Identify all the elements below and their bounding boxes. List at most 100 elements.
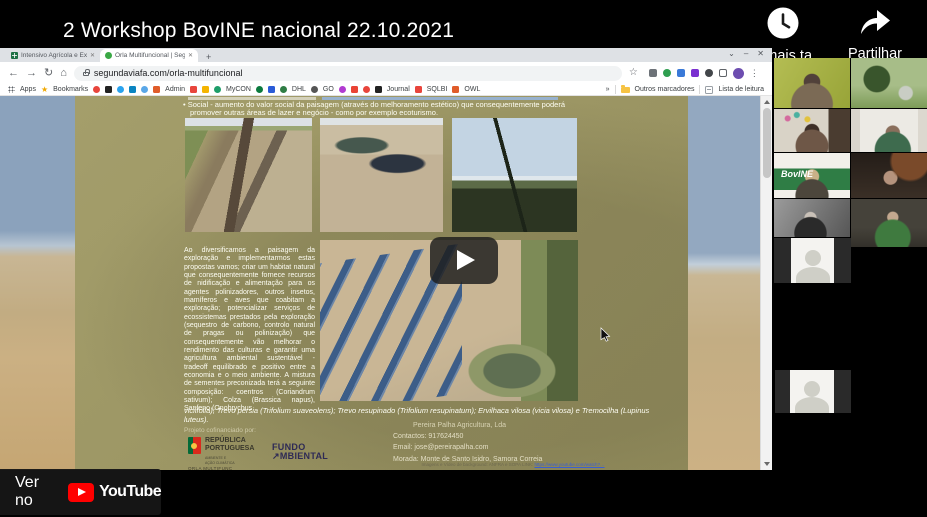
bookmark-favicon[interactable] — [452, 86, 459, 93]
forward-icon[interactable]: → — [26, 68, 37, 79]
slide-paragraph: Ao diversificamos a paisagem da exploraç… — [184, 247, 315, 414]
bookmark-favicon[interactable] — [190, 86, 197, 93]
bookmark-favicon[interactable] — [311, 86, 318, 93]
reading-list-label[interactable]: Lista de leitura — [718, 86, 764, 93]
participant-video-7[interactable] — [774, 199, 850, 237]
bookmark-label[interactable]: SQLBI — [427, 86, 448, 93]
extension-icon[interactable] — [649, 69, 657, 77]
participant-video-3[interactable] — [774, 109, 850, 152]
background-landscape-photo-right — [688, 96, 760, 470]
bookmark-label[interactable]: Admin — [165, 86, 185, 93]
browser-menu-icon[interactable]: ⋮ — [750, 68, 759, 79]
video-player[interactable]: 2 Workshop BovINE nacional 22.10.2021 Ve… — [0, 0, 927, 517]
credits-text: Imagens e Vídeo de background: ANFRA e S… — [421, 462, 533, 467]
participant-video-8[interactable] — [851, 199, 927, 247]
back-icon[interactable]: ← — [8, 68, 19, 79]
fundo-ambiental-logo: FUNDO ↗MBIENTAL — [272, 443, 328, 462]
footer-tag: ORLA MULTIFUNC — [188, 466, 233, 470]
bookmark-favicon[interactable] — [93, 86, 100, 93]
url-text: segundaviafa.com/orla-multifuncional — [94, 68, 243, 78]
bookmark-favicon[interactable] — [214, 86, 221, 93]
bookmarks-label[interactable]: Bookmarks — [53, 86, 88, 93]
credits-line: Imagens e Vídeo de background: ANFRA e S… — [368, 462, 658, 467]
new-tab-button[interactable]: + — [206, 52, 211, 62]
bookmark-favicon[interactable] — [375, 86, 382, 93]
bookmark-label[interactable]: GO — [323, 86, 334, 93]
pond — [460, 339, 564, 397]
participant-avatar-placeholder-1[interactable] — [791, 238, 834, 283]
pin-extension-icon[interactable] — [705, 69, 713, 77]
extension-icon[interactable] — [691, 69, 699, 77]
bookmark-favicon[interactable] — [153, 86, 160, 93]
share-control[interactable]: Partilhar — [840, 6, 910, 62]
tab-orla-multifuncional[interactable]: Orla Multifuncional | Segunda V ✕ — [100, 49, 198, 62]
browser-window: Intensivo Agrícola e Extensivo P ✕ Orla … — [0, 48, 772, 470]
bookmark-favicon[interactable] — [339, 86, 346, 93]
scroll-up-icon[interactable] — [764, 100, 770, 104]
spreadsheet-favicon — [11, 52, 18, 59]
tab-search-icon[interactable]: ⌄ — [728, 49, 735, 58]
participant-video-6[interactable] — [851, 153, 927, 198]
photo-farm-tracks — [185, 118, 312, 232]
bookmark-label[interactable]: OWL — [464, 86, 480, 93]
participant-video-1[interactable] — [774, 58, 850, 108]
share-arrow-icon[interactable] — [857, 6, 893, 38]
minimize-button[interactable]: – — [744, 49, 748, 58]
participant-video-5[interactable]: BovINE — [774, 153, 850, 198]
credits-link[interactable]: https://www.youtube.com/watch?… — [534, 462, 604, 467]
extension-icon[interactable] — [663, 69, 671, 77]
page-scrollbar[interactable] — [760, 96, 772, 470]
reload-icon[interactable]: ↻ — [44, 68, 53, 79]
contact-phone: Contactos: 917624450 — [393, 431, 542, 442]
watch-later-clock-icon[interactable] — [766, 6, 800, 40]
bookmarks-star-icon[interactable]: ★ — [41, 86, 48, 94]
close-window-button[interactable]: ✕ — [757, 49, 764, 58]
participant-avatar-placeholder-2[interactable] — [790, 370, 834, 413]
bookmark-favicon[interactable] — [351, 86, 358, 93]
extension-icon[interactable] — [719, 69, 727, 77]
bookmark-favicon[interactable] — [415, 86, 422, 93]
participant-video-4[interactable] — [851, 109, 927, 152]
divider — [699, 85, 700, 94]
bookmark-label[interactable]: DHL — [292, 86, 306, 93]
bookmark-favicon[interactable] — [363, 86, 370, 93]
scrollbar-thumb[interactable] — [763, 108, 771, 178]
scroll-down-icon[interactable] — [764, 462, 770, 466]
republica-portuguesa-logo: REPÚBLICA PORTUGUESA AMBIENTE E AÇÃO CLI… — [188, 437, 254, 465]
site-favicon — [105, 52, 112, 59]
bookmark-favicon[interactable] — [280, 86, 287, 93]
window-controls: ⌄ – ✕ — [728, 49, 764, 58]
tab-close-icon[interactable]: ✕ — [188, 52, 193, 59]
bookmark-favicon[interactable] — [105, 86, 112, 93]
bookmark-star-icon[interactable]: ☆ — [629, 68, 638, 78]
video-title-link[interactable]: 2 Workshop BovINE nacional 22.10.2021 — [63, 19, 454, 43]
apps-grid-icon[interactable] — [8, 86, 15, 93]
bookmark-favicon[interactable] — [202, 86, 209, 93]
extension-icon[interactable] — [677, 69, 685, 77]
youtube-wordmark: YouTube — [99, 483, 161, 501]
tab-close-icon[interactable]: ✕ — [90, 52, 95, 59]
bookmarks-overflow-icon[interactable]: » — [606, 86, 610, 93]
bookmark-label[interactable]: Journal — [387, 86, 410, 93]
portugal-flag-icon — [188, 437, 201, 454]
tab-title: Intensivo Agrícola e Extensivo P — [21, 52, 87, 59]
reading-list-icon — [705, 86, 713, 94]
youtube-play-button[interactable] — [430, 237, 498, 284]
profile-avatar[interactable] — [733, 68, 744, 79]
participant-video-2[interactable] — [851, 58, 927, 108]
watch-on-label: Ver no — [15, 474, 59, 510]
bookmark-favicon[interactable] — [268, 86, 275, 93]
tab-intensivo-agricola[interactable]: Intensivo Agrícola e Extensivo P ✕ — [6, 49, 100, 62]
other-bookmarks-label[interactable]: Outros marcadores — [635, 86, 695, 93]
address-bar[interactable]: segundaviafa.com/orla-multifuncional — [74, 66, 622, 81]
apps-label[interactable]: Apps — [20, 86, 36, 93]
bookmark-label[interactable]: MyCON — [226, 86, 251, 93]
bookmark-favicon[interactable] — [117, 86, 124, 93]
bookmark-favicon[interactable] — [256, 86, 263, 93]
folder-icon — [621, 87, 630, 93]
bookmark-favicon[interactable] — [141, 86, 148, 93]
company-name: Pereira Palha Agricultura, Lda — [413, 420, 542, 431]
bookmark-favicon[interactable] — [129, 86, 136, 93]
watch-on-youtube-button[interactable]: Ver no YouTube — [0, 469, 161, 515]
home-icon[interactable]: ⌂ — [60, 68, 67, 79]
